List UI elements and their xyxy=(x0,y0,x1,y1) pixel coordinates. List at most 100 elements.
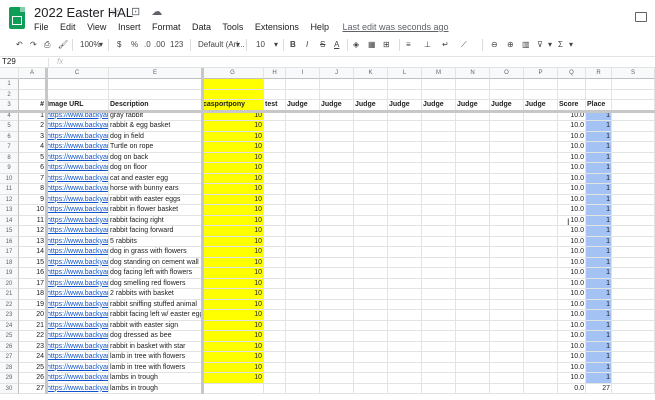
table-cell[interactable] xyxy=(388,215,422,226)
table-cell[interactable] xyxy=(264,194,286,205)
table-cell[interactable] xyxy=(524,352,558,363)
table-cell[interactable] xyxy=(388,373,422,384)
table-cell[interactable] xyxy=(354,373,388,384)
table-cell[interactable] xyxy=(456,268,490,279)
table-cell[interactable] xyxy=(320,320,354,331)
table-cell[interactable]: 10 xyxy=(202,310,264,321)
table-cell[interactable] xyxy=(388,152,422,163)
row-header[interactable]: 30 xyxy=(0,383,19,394)
table-cell[interactable] xyxy=(422,278,456,289)
table-cell[interactable] xyxy=(456,131,490,142)
table-cell[interactable]: 10.0 xyxy=(558,310,586,321)
table-cell[interactable] xyxy=(612,352,655,363)
horizontal-align-icon[interactable]: ≡ xyxy=(406,40,411,49)
table-cell[interactable] xyxy=(612,121,655,132)
table-cell[interactable] xyxy=(456,194,490,205)
table-cell[interactable] xyxy=(612,236,655,247)
table-cell[interactable] xyxy=(286,163,320,174)
table-cell[interactable]: 10.0 xyxy=(558,362,586,373)
table-cell[interactable]: 10.0 xyxy=(558,173,586,184)
table-cell[interactable] xyxy=(320,352,354,363)
table-cell[interactable] xyxy=(524,215,558,226)
table-cell[interactable] xyxy=(612,152,655,163)
table-cell[interactable]: 1 xyxy=(586,194,612,205)
table-cell[interactable]: 10 xyxy=(202,236,264,247)
table-cell[interactable] xyxy=(286,383,320,394)
row-header[interactable]: 9 xyxy=(0,163,19,174)
table-cell[interactable]: lamb in tree with flowers xyxy=(109,352,202,363)
table-cell[interactable] xyxy=(490,247,524,258)
table-cell[interactable] xyxy=(286,331,320,342)
undo-icon[interactable]: ↶ xyxy=(16,40,23,49)
table-cell[interactable] xyxy=(456,278,490,289)
table-cell[interactable]: 10.0 xyxy=(558,331,586,342)
table-cell[interactable]: 2 xyxy=(19,121,46,132)
table-cell[interactable]: 10.0 xyxy=(558,352,586,363)
table-cell[interactable]: 10.0 xyxy=(558,205,586,216)
table-cell[interactable]: rabbit facing forward xyxy=(109,226,202,237)
empty-cell[interactable] xyxy=(612,79,655,90)
table-cell[interactable]: 1 xyxy=(586,299,612,310)
table-cell[interactable]: 1 xyxy=(586,215,612,226)
table-cell[interactable] xyxy=(490,268,524,279)
filter-icon[interactable]: ⊽ xyxy=(537,40,543,49)
row-header[interactable]: 10 xyxy=(0,173,19,184)
table-cell[interactable] xyxy=(456,152,490,163)
table-cell[interactable]: 10.0 xyxy=(558,247,586,258)
table-cell[interactable] xyxy=(354,341,388,352)
table-cell[interactable]: 10.0 xyxy=(558,184,586,195)
table-cell[interactable]: https://www.backyar xyxy=(46,215,109,226)
table-cell[interactable] xyxy=(422,310,456,321)
table-cell[interactable]: https://www.backyar xyxy=(46,268,109,279)
menu-view[interactable]: View xyxy=(87,22,106,32)
column-header-q[interactable]: Q xyxy=(558,68,586,79)
table-cell[interactable] xyxy=(612,341,655,352)
table-cell[interactable] xyxy=(286,341,320,352)
table-cell[interactable] xyxy=(320,278,354,289)
table-cell[interactable] xyxy=(286,205,320,216)
table-cell[interactable] xyxy=(490,341,524,352)
table-cell[interactable] xyxy=(456,289,490,300)
row-header[interactable]: 2 xyxy=(0,89,19,100)
table-cell[interactable] xyxy=(490,373,524,384)
insert-link-icon[interactable]: ⊖ xyxy=(491,40,498,49)
empty-cell[interactable] xyxy=(264,89,286,100)
text-color-icon[interactable]: A xyxy=(334,40,339,49)
table-cell[interactable]: 10 xyxy=(202,152,264,163)
table-cell[interactable] xyxy=(264,163,286,174)
table-cell[interactable]: 17 xyxy=(19,278,46,289)
row-header[interactable]: 24 xyxy=(0,320,19,331)
table-cell[interactable] xyxy=(524,310,558,321)
increase-decimal-button[interactable]: .00 xyxy=(154,40,165,49)
table-cell[interactable]: 10 xyxy=(202,163,264,174)
empty-cell[interactable] xyxy=(586,89,612,100)
column-header-s[interactable]: S xyxy=(612,68,655,79)
table-cell[interactable] xyxy=(490,289,524,300)
table-cell[interactable]: 1 xyxy=(586,142,612,153)
empty-cell[interactable] xyxy=(612,89,655,100)
table-cell[interactable] xyxy=(422,257,456,268)
table-cell[interactable] xyxy=(524,142,558,153)
table-cell[interactable] xyxy=(612,131,655,142)
table-cell[interactable]: 19 xyxy=(19,299,46,310)
table-cell[interactable] xyxy=(264,236,286,247)
table-cell[interactable]: 10.0 xyxy=(558,268,586,279)
table-cell[interactable] xyxy=(286,310,320,321)
table-cell[interactable]: 15 xyxy=(19,257,46,268)
table-cell[interactable] xyxy=(490,226,524,237)
table-cell[interactable] xyxy=(490,194,524,205)
table-cell[interactable] xyxy=(264,331,286,342)
table-cell[interactable] xyxy=(286,226,320,237)
table-cell[interactable] xyxy=(320,173,354,184)
table-cell[interactable]: 10 xyxy=(202,205,264,216)
table-cell[interactable]: 7 xyxy=(19,173,46,184)
table-cell[interactable] xyxy=(388,331,422,342)
table-cell[interactable] xyxy=(456,142,490,153)
table-cell[interactable] xyxy=(354,268,388,279)
table-cell[interactable] xyxy=(286,142,320,153)
table-cell[interactable] xyxy=(612,373,655,384)
table-cell[interactable]: 10.0 xyxy=(558,215,586,226)
table-cell[interactable]: 10.0 xyxy=(558,163,586,174)
font-size-select[interactable]: 10 xyxy=(256,40,265,49)
table-cell[interactable] xyxy=(354,278,388,289)
